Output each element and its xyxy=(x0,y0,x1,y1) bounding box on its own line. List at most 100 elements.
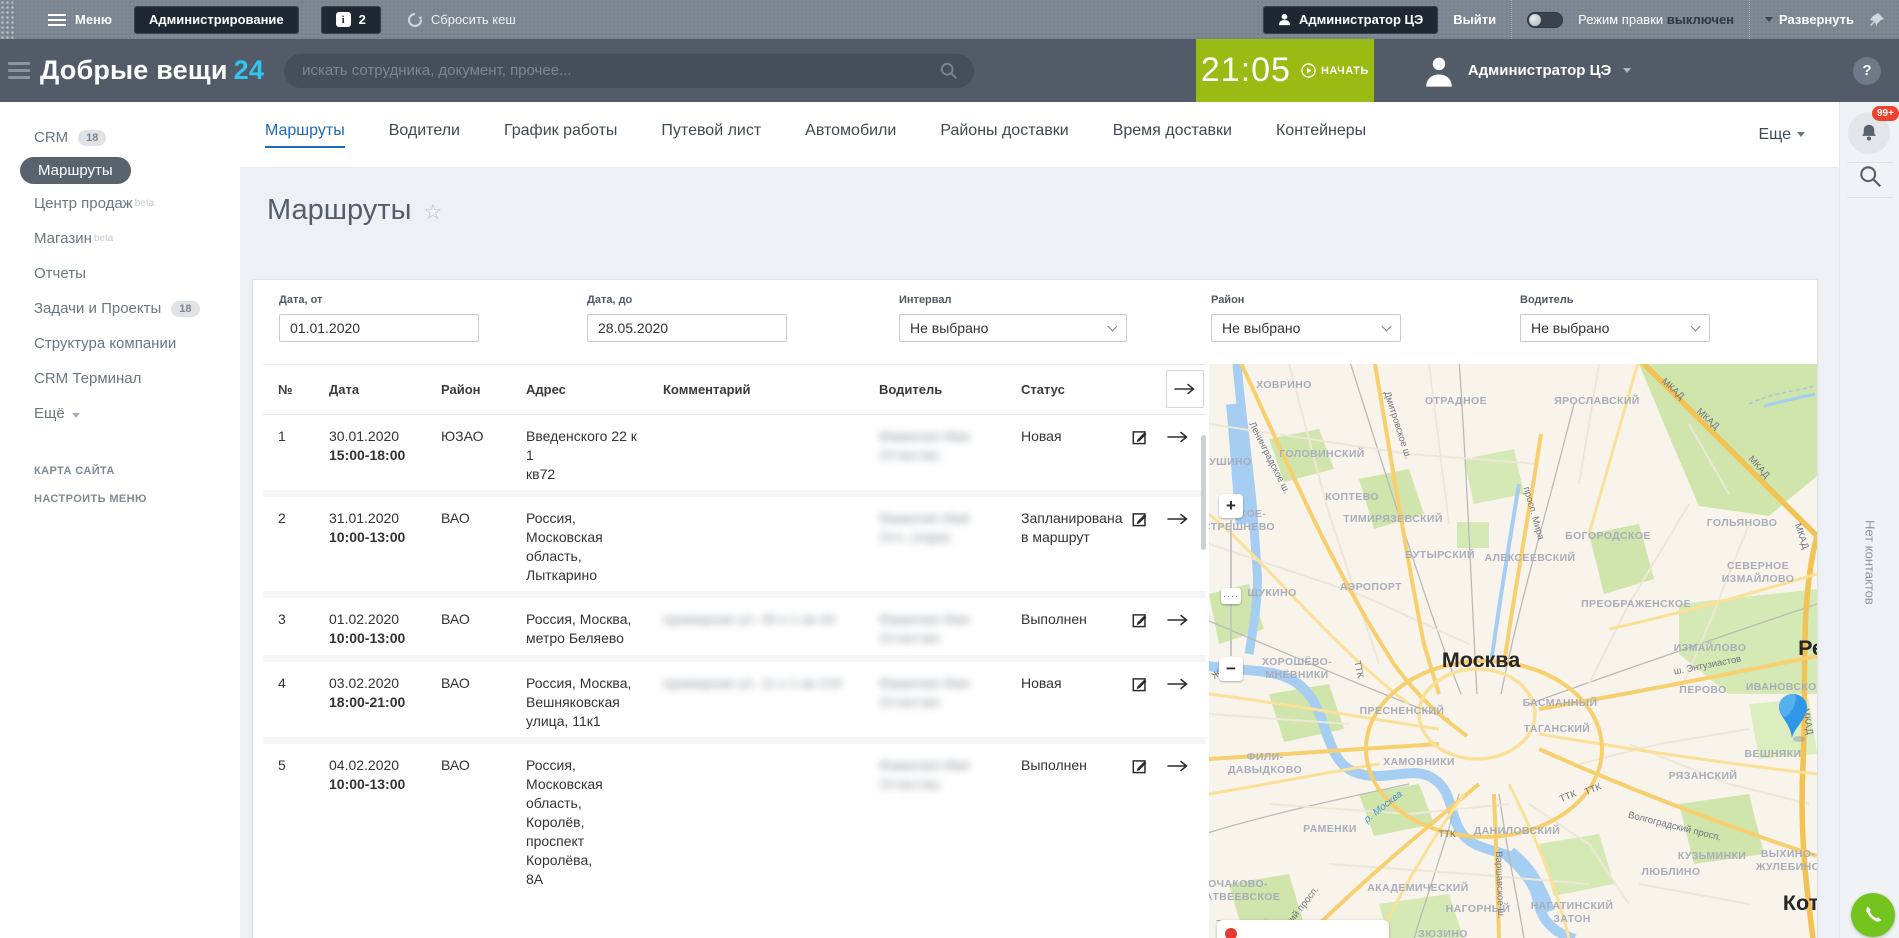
sidebar-footer-link[interactable]: НАСТРОИТЬ МЕНЮ xyxy=(0,485,240,513)
row-status: Запланирована в маршрут xyxy=(1006,497,1118,591)
row-date: 01.02.202010:00-13:00 xyxy=(314,598,426,655)
admin-menu-button[interactable]: Меню xyxy=(75,12,112,27)
map-label: ИВАНОВСКОЕ xyxy=(1746,681,1817,693)
map-label: ВЫХИНО- xyxy=(1761,848,1816,860)
edit-mode-toggle[interactable] xyxy=(1527,12,1563,28)
help-button[interactable]: ? xyxy=(1853,57,1881,85)
row-address: Россия, Московская область, Королёв, про… xyxy=(511,744,648,938)
filter-select[interactable]: Не выбрано xyxy=(899,314,1127,342)
sidebar-item-label: Маршруты xyxy=(38,162,113,179)
tab-Водители[interactable]: Водители xyxy=(389,122,460,148)
filter-select-value: Не выбрано xyxy=(910,320,988,336)
row-actions xyxy=(1118,497,1206,591)
map-label: АЭРОПОРТ xyxy=(1340,581,1402,593)
notifications-badge: 99+ xyxy=(1872,106,1899,121)
map-label: ФИЛИ- xyxy=(1247,751,1284,763)
favorite-star-icon[interactable]: ☆ xyxy=(423,200,442,225)
sidebar-item-label: Центр продаж xyxy=(34,195,133,212)
expand-button[interactable]: Развернуть xyxy=(1765,12,1854,27)
sidebar-item[interactable]: Ещё xyxy=(0,396,240,431)
clear-cache-button[interactable]: Сбросить кеш xyxy=(407,12,516,28)
open-route-arrow-icon[interactable] xyxy=(1167,510,1189,528)
sidebar-footer-link[interactable]: КАРТА САЙТА xyxy=(0,457,240,485)
map-label: АКАДЕМИЧЕСКИЙ xyxy=(1367,881,1468,894)
table-row[interactable]: 130.01.202015:00-18:00ЮЗАОВведенского 22… xyxy=(263,415,1206,490)
sidebar-item[interactable]: Магазинbeta xyxy=(0,221,240,256)
edit-icon[interactable] xyxy=(1132,611,1149,629)
map-zoom-in-button[interactable]: + xyxy=(1219,494,1243,518)
header-user-menu[interactable]: Администратор ЦЭ xyxy=(1422,54,1631,88)
table-row[interactable]: 504.02.202010:00-13:00ВАОРоссия, Московс… xyxy=(263,737,1206,938)
filter-label: Интервал xyxy=(899,294,1211,306)
map-zoom-out-button[interactable]: − xyxy=(1219,657,1243,681)
sidebar-item[interactable]: Центр продажbeta xyxy=(0,186,240,221)
table-header-cells: №ДатаРайонАдресКомментарийВодительСтатус xyxy=(263,365,1118,414)
rail-search-icon[interactable] xyxy=(1859,165,1882,188)
open-route-arrow-icon[interactable] xyxy=(1167,611,1189,629)
sidebar-item[interactable]: CRM18 xyxy=(0,120,240,155)
edit-icon[interactable] xyxy=(1132,757,1149,775)
map-label: ЗАТОН xyxy=(1553,913,1591,925)
table-row[interactable]: 301.02.202010:00-13:00ВАОРоссия, Москва,… xyxy=(263,591,1206,655)
map-label: ЩУКИНО xyxy=(1247,587,1296,599)
page-title: Маршруты xyxy=(267,194,411,227)
admin-notifications-button[interactable]: i 2 xyxy=(321,6,381,34)
pin-icon[interactable] xyxy=(1869,12,1885,28)
play-icon xyxy=(1301,63,1316,78)
sidebar-item[interactable]: Структура компании xyxy=(0,326,240,361)
drag-handle-icon[interactable] xyxy=(0,0,16,39)
table-row[interactable]: 403.02.202018:00-21:00ВАОРоссия, Москва,… xyxy=(263,655,1206,737)
tab-Автомобили[interactable]: Автомобили xyxy=(805,122,896,148)
delivery-map[interactable]: ХОВРИНООТРАДНОЕЯРОСЛАВСКИЙГОЛОВИНСКИЙКОП… xyxy=(1209,364,1817,938)
app-logo[interactable]: Добрые вещи24 xyxy=(40,55,264,86)
open-route-arrow-icon[interactable] xyxy=(1167,675,1189,693)
filter-select[interactable]: Не выбрано xyxy=(1211,314,1401,342)
logout-button[interactable]: Выйти xyxy=(1453,12,1496,27)
filter-date-input[interactable] xyxy=(587,314,787,342)
map-zoom-runner[interactable]: ···· xyxy=(1221,588,1241,604)
filter-date-input[interactable] xyxy=(279,314,479,342)
edit-icon[interactable] xyxy=(1132,428,1149,446)
sidebar-item[interactable]: CRM Терминал xyxy=(0,361,240,396)
right-rail: 99+ Нет контактов xyxy=(1839,102,1899,938)
filter-label: Водитель xyxy=(1520,294,1760,306)
edit-icon[interactable] xyxy=(1132,510,1149,528)
open-route-arrow-icon[interactable] xyxy=(1167,428,1189,446)
time-range: 10:00-13:00 xyxy=(329,775,420,794)
timer-start-button[interactable]: НАЧАТЬ xyxy=(1301,63,1369,78)
column-header: Дата xyxy=(314,365,426,414)
table-row[interactable]: 231.01.202010:00-13:00ВАОРоссия, Московс… xyxy=(263,490,1206,591)
tab-Время доставки[interactable]: Время доставки xyxy=(1113,122,1232,148)
sidebar-item[interactable]: Задачи и Проекты18 xyxy=(0,291,240,326)
map-popup[interactable] xyxy=(1217,920,1389,938)
table-scrollbar[interactable] xyxy=(1201,435,1206,550)
sidebar-hamburger-icon[interactable] xyxy=(8,58,30,83)
open-route-arrow-icon[interactable] xyxy=(1167,757,1189,775)
tabs-more-button[interactable]: Еще xyxy=(1758,126,1805,144)
table-expand-arrow-button[interactable] xyxy=(1166,370,1204,408)
row-date: 04.02.202010:00-13:00 xyxy=(314,744,426,938)
telephony-button[interactable] xyxy=(1851,893,1895,937)
row-driver: Фамилия Имя Отчество xyxy=(864,598,1006,655)
tab-Контейнеры[interactable]: Контейнеры xyxy=(1276,122,1366,148)
search-input[interactable] xyxy=(284,54,974,88)
tab-Маршруты[interactable]: Маршруты xyxy=(265,122,345,148)
sidebar-item[interactable]: Маршруты xyxy=(20,157,131,184)
work-timer-button[interactable]: 21:05 НАЧАТЬ xyxy=(1196,39,1374,102)
sidebar-footer: КАРТА САЙТАНАСТРОИТЬ МЕНЮ xyxy=(0,457,240,513)
divider xyxy=(1847,162,1893,163)
filter-select[interactable]: Не выбрано xyxy=(1520,314,1710,342)
admin-user-button[interactable]: Администратор ЦЭ xyxy=(1263,6,1438,34)
row-actions xyxy=(1118,662,1206,737)
administration-button[interactable]: Администрирование xyxy=(134,6,299,34)
sidebar-item-badge: 18 xyxy=(78,130,106,146)
tab-График работы[interactable]: График работы xyxy=(504,122,617,148)
tab-Районы доставки[interactable]: Районы доставки xyxy=(940,122,1068,148)
sidebar-item[interactable]: Отчеты xyxy=(0,256,240,291)
map-label: ХАМОВНИКИ xyxy=(1383,756,1455,768)
app-header: Добрые вещи24 21:05 НАЧАТЬ Админис xyxy=(0,39,1899,102)
tab-Путевой лист[interactable]: Путевой лист xyxy=(661,122,761,148)
edit-icon[interactable] xyxy=(1132,675,1149,693)
routes-table: №ДатаРайонАдресКомментарийВодительСтатус… xyxy=(263,364,1206,938)
menu-hamburger-icon[interactable] xyxy=(48,14,66,26)
